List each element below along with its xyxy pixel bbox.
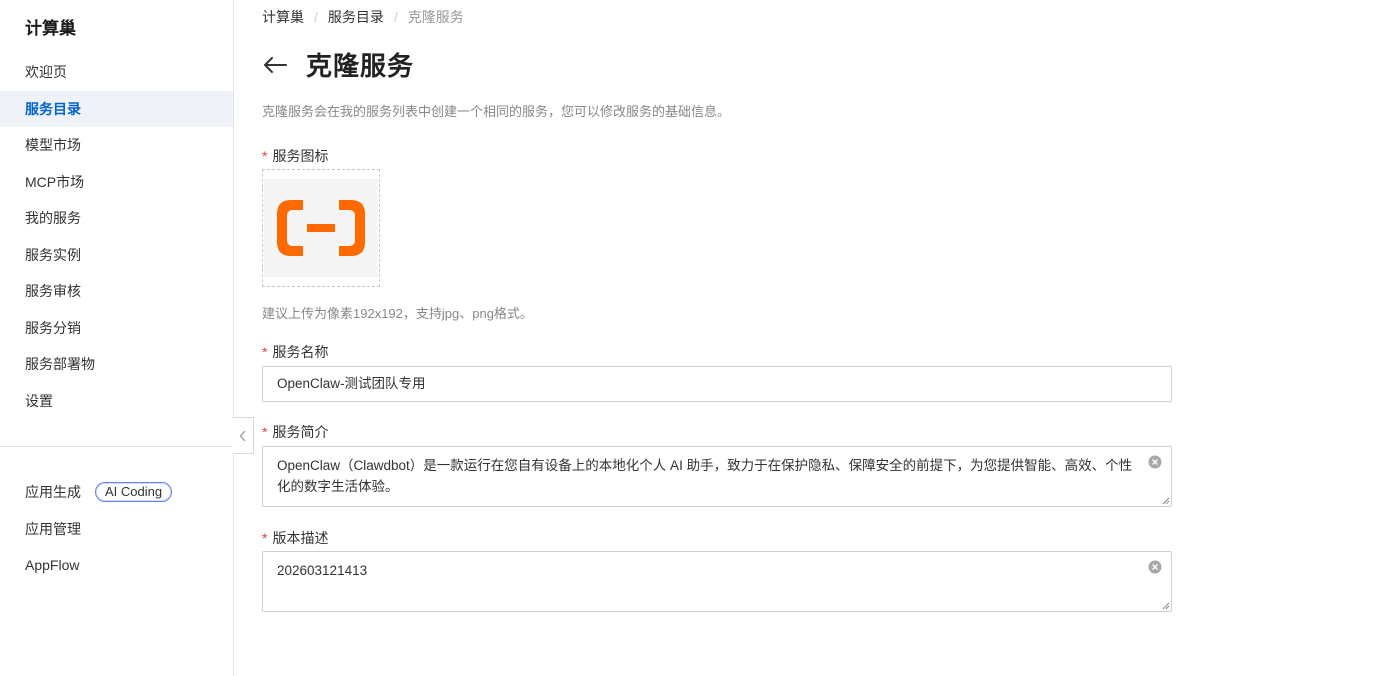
breadcrumb-item-root[interactable]: 计算巢 bbox=[262, 7, 304, 27]
sidebar-divider bbox=[0, 446, 233, 447]
sidebar-item-label: 应用生成 bbox=[25, 484, 81, 500]
clear-icon[interactable] bbox=[1148, 455, 1162, 469]
clear-icon[interactable] bbox=[1148, 560, 1162, 574]
sidebar-item-settings[interactable]: 设置 bbox=[0, 383, 233, 420]
sidebar-item-service-instances[interactable]: 服务实例 bbox=[0, 237, 233, 274]
resize-handle-icon[interactable] bbox=[1162, 602, 1170, 610]
sidebar-collapse-button[interactable] bbox=[233, 417, 254, 454]
sidebar-title: 计算巢 bbox=[25, 19, 76, 38]
sidebar-nav: 欢迎页 服务目录 模型市场 MCP市场 我的服务 服务实例 服务审核 服务分销 … bbox=[0, 54, 233, 419]
service-logo bbox=[264, 179, 378, 277]
sidebar-item-app-management[interactable]: 应用管理 bbox=[0, 511, 233, 548]
page-description: 克隆服务会在我的服务列表中创建一个相同的服务，您可以修改服务的基础信息。 bbox=[262, 104, 731, 119]
sidebar-item-model-market[interactable]: 模型市场 bbox=[0, 127, 233, 164]
required-mark: * bbox=[262, 148, 268, 164]
service-name-input[interactable]: OpenClaw-测试团队专用 bbox=[262, 366, 1172, 402]
sidebar-item-service-review[interactable]: 服务审核 bbox=[0, 273, 233, 310]
sidebar-item-app-generation[interactable]: 应用生成 AI Coding bbox=[0, 474, 233, 511]
breadcrumb-separator: / bbox=[314, 9, 318, 25]
sidebar-item-service-artifacts[interactable]: 服务部署物 bbox=[0, 346, 233, 383]
name-field-label: * 服务名称 bbox=[262, 344, 329, 360]
sidebar-item-welcome[interactable]: 欢迎页 bbox=[0, 54, 233, 91]
sidebar-item-my-services[interactable]: 我的服务 bbox=[0, 200, 233, 237]
breadcrumb-separator: / bbox=[393, 9, 398, 25]
breadcrumb: 计算巢 / 服务目录 / 克隆服务 bbox=[262, 7, 464, 27]
breadcrumb-item-current: 克隆服务 bbox=[407, 9, 464, 25]
sidebar-item-mcp-market[interactable]: MCP市场 bbox=[0, 164, 233, 201]
required-mark: * bbox=[262, 530, 268, 546]
back-arrow-icon[interactable] bbox=[262, 52, 288, 78]
aliyun-logo-icon bbox=[277, 200, 365, 256]
breadcrumb-item-catalog[interactable]: 服务目录 bbox=[328, 7, 384, 27]
required-mark: * bbox=[262, 344, 268, 360]
sidebar-item-service-catalog[interactable]: 服务目录 bbox=[0, 90, 233, 127]
resize-handle-icon[interactable] bbox=[1162, 497, 1170, 505]
icon-field-label: * 服务图标 bbox=[262, 148, 329, 164]
sidebar: 计算巢 欢迎页 服务目录 模型市场 MCP市场 我的服务 服务实例 服务审核 服… bbox=[0, 0, 234, 676]
chevron-left-icon bbox=[239, 430, 246, 441]
ai-coding-badge: AI Coding bbox=[95, 482, 173, 503]
icon-hint: 建议上传为像素192x192，支持jpg、png格式。 bbox=[262, 306, 533, 321]
icon-upload[interactable] bbox=[262, 169, 380, 287]
sidebar-secondary-nav: 应用生成 AI Coding 应用管理 AppFlow bbox=[0, 474, 233, 584]
summary-field-label: * 服务简介 bbox=[262, 424, 329, 440]
version-field-label: * 版本描述 bbox=[262, 530, 329, 546]
service-summary-textarea[interactable]: OpenClaw（Clawdbot）是一款运行在您自有设备上的本地化个人 AI … bbox=[262, 446, 1172, 507]
page-title: 克隆服务 bbox=[306, 51, 415, 81]
version-description-textarea[interactable]: 202603121413 bbox=[262, 551, 1172, 612]
sidebar-item-appflow[interactable]: AppFlow bbox=[0, 547, 233, 584]
required-mark: * bbox=[262, 424, 268, 440]
sidebar-item-service-distribution[interactable]: 服务分销 bbox=[0, 310, 233, 347]
page-header: 克隆服务 bbox=[262, 46, 414, 83]
